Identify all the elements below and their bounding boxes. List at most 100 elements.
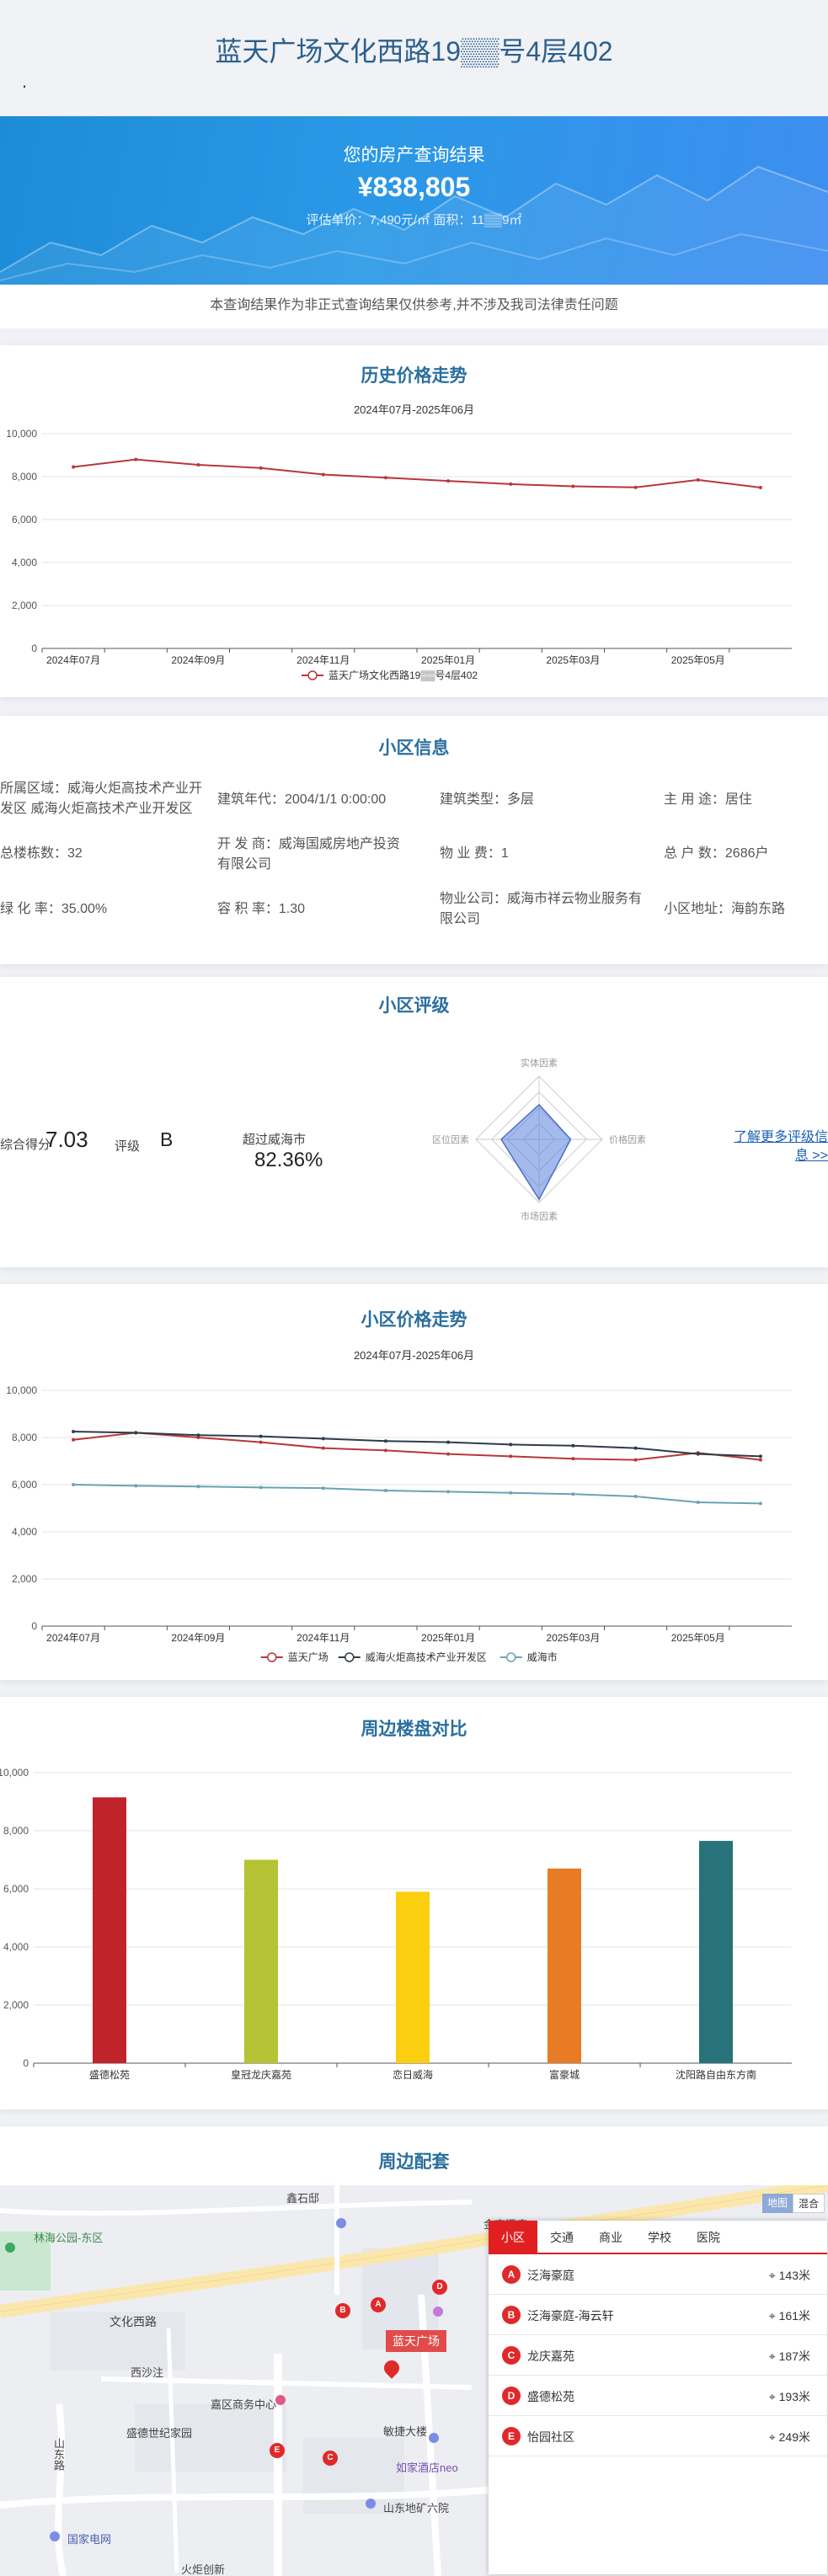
info-usage: 主 用 途：居住 (664, 792, 752, 807)
rating-title: 小区评级 (378, 996, 450, 1016)
history-subtitle: 2024年07月-2025年06月 (353, 403, 475, 416)
tab-hospital[interactable]: 医院 (684, 2221, 733, 2253)
data-point (72, 465, 76, 469)
map-marker-b-icon[interactable]: B (335, 2303, 350, 2318)
x-tick-label: 2024年07月 (46, 1632, 100, 1644)
x-tick-label: 2024年11月 (296, 1632, 350, 1644)
data-point (321, 1446, 325, 1450)
y-tick-label: 4,000 (12, 557, 37, 568)
place-row[interactable]: E 怡园社区 ⌖ 249米 (489, 2416, 827, 2456)
y-tick-label: 8,000 (12, 1432, 37, 1443)
place-name: 怡园社区 (527, 2430, 574, 2444)
data-point (571, 1457, 575, 1461)
place-row[interactable]: A 泛海豪庭 ⌖ 143米 (489, 2254, 827, 2295)
result-banner: 您的房产查询结果 ¥838,805 评估单价：7,490元/㎡ 面积：11▒▒9… (0, 116, 828, 285)
data-point (259, 466, 263, 470)
map-marker-c-icon[interactable]: C (323, 2451, 338, 2466)
info-address: 小区地址：海韵东路 (664, 902, 786, 916)
map-poi-label: 林海公园-东区 (34, 2232, 104, 2244)
data-point (446, 1490, 451, 1494)
place-distance: ⌖ 143米 (768, 2269, 810, 2282)
place-row[interactable]: B 泛海豪庭-海云轩 ⌖ 161米 (489, 2295, 827, 2335)
place-name: 盛德松苑 (527, 2390, 574, 2403)
place-distance: ⌖ 187米 (768, 2349, 810, 2363)
legend-label: 威海火炬高技术产业开发区 (366, 1651, 487, 1663)
x-tick-label: 恋日威海 (393, 2068, 433, 2081)
map-type-switch: 地图 混合 (762, 2194, 825, 2213)
y-tick-label: 4,000 (3, 1941, 29, 1953)
map-area[interactable]: 文化西路 西沙注 盛德世纪家园 林海公园-东区 金李酒店 敏捷大楼 如家酒店ne… (0, 2185, 828, 2576)
map-road-label: 山东路 (52, 2438, 65, 2471)
map-mode-button[interactable]: 地图 (762, 2194, 793, 2213)
result-heading: 您的房产查询结果 (343, 146, 485, 165)
grade-label: 评级 (115, 1139, 141, 1154)
map-marker-d-icon[interactable]: D (432, 2280, 447, 2295)
rating-radar-chart: 实体因素价格因素市场因素 区位因素 (432, 1057, 646, 1222)
y-tick-label: 6,000 (12, 514, 37, 525)
x-tick-label: 2024年09月 (171, 1632, 225, 1644)
tab-commerce[interactable]: 商业 (586, 2221, 635, 2253)
legend-label: 蓝天广场文化西路19▒▒号4层402 (329, 669, 478, 681)
y-tick-label: 0 (23, 2057, 29, 2069)
map-poi-label: 山东地矿六院 (383, 2502, 450, 2515)
data-point (758, 1501, 762, 1506)
data-point (196, 1485, 200, 1489)
more-rating-link[interactable]: 了解更多评级信息 >> (723, 1128, 828, 1165)
map-poi-label: 盛德世纪家园 (126, 2427, 193, 2440)
map-marker-a-icon[interactable]: A (371, 2297, 386, 2312)
y-tick-label: 4,000 (12, 1526, 37, 1538)
data-point (571, 1443, 575, 1448)
exceed-value: 82.36% (254, 1149, 323, 1171)
hybrid-mode-button[interactable]: 混合 (793, 2194, 825, 2213)
tab-community[interactable]: 小区 (489, 2221, 537, 2253)
map-poi-label: 火炬创新 (181, 2563, 226, 2576)
y-tick-label: 10,000 (6, 428, 37, 440)
data-point (259, 1434, 263, 1438)
place-row[interactable]: C 龙庆嘉苑 ⌖ 187米 (489, 2335, 827, 2376)
y-tick-label: 2,000 (12, 1573, 37, 1585)
x-tick-label: 沈阳路自由东方南 (676, 2068, 756, 2081)
radar-area (500, 1103, 572, 1201)
nearby-tabs: 小区 交通 商业 学校 医院 (489, 2221, 827, 2254)
price-detail: 评估单价：7,490元/㎡ 面积：11▒▒9㎡ (306, 213, 522, 227)
data-point (633, 485, 638, 489)
page-title: 蓝天广场文化西路19▒▒号4层402 (215, 36, 613, 67)
data-point (196, 1433, 200, 1437)
data-point (259, 1485, 263, 1490)
x-tick-label: 2025年01月 (421, 654, 475, 666)
place-distance: ⌖ 193米 (768, 2390, 810, 2403)
x-tick-label: 2025年05月 (671, 654, 725, 666)
data-point (696, 1452, 700, 1456)
map-poi-label: 如家酒店neo (396, 2461, 458, 2474)
data-point (509, 482, 513, 486)
x-tick-label: 2024年09月 (171, 654, 225, 666)
info-plot-ratio: 容 积 率：1.30 (217, 902, 306, 916)
data-point (696, 477, 700, 482)
legend-marker (506, 1652, 516, 1662)
radar-indicator-label: 市场因素 (521, 1210, 558, 1222)
radar-indicator-label: 价格因素 (609, 1133, 646, 1145)
y-tick-label: 0 (31, 643, 37, 654)
nearby-list: A 泛海豪庭 ⌖ 143米 B 泛海豪庭-海云轩 ⌖ 161米 C 龙庆嘉苑 ⌖ 187米 D 盛德… (489, 2254, 827, 2456)
compare-chart: 0 2,000 4,000 6,000 8,000 10,000 盛德松苑 皇冠龙庆嘉苑 恋日威… (0, 1767, 792, 2081)
map-marker-e-icon[interactable]: E (270, 2443, 285, 2458)
rating-card: 小区评级 综合得分 7.03 评级 B 超过威海市 82.36% 实体因素 价格因… (0, 977, 828, 1267)
data-point (383, 1439, 387, 1443)
place-name: 泛海豪庭-海云轩 (527, 2309, 614, 2323)
community-card: 小区信息 所属区域：威海火炬高技术产业开发区 威海火炬高技术产业开发区 建筑年代… (0, 716, 828, 964)
series-line (72, 458, 761, 488)
data-point (758, 1454, 762, 1459)
radar-indicator-label: 实体因素 (521, 1057, 558, 1069)
place-distance: ⌖ 161米 (768, 2309, 810, 2323)
info-building-type: 建筑类型：多层 (440, 792, 535, 807)
history-chart: 0 2,000 4,000 6,000 8,000 10,000 2024年07月 2024年… (6, 428, 792, 681)
data-point (758, 486, 762, 490)
place-row[interactable]: D 盛德松苑 ⌖ 193米 (489, 2376, 827, 2416)
y-tick-label: 8,000 (12, 471, 37, 483)
data-point (633, 1446, 638, 1450)
trend-subtitle: 2024年07月-2025年06月 (353, 1349, 475, 1362)
data-point (446, 1440, 451, 1444)
data-point (72, 1483, 76, 1486)
tab-transport[interactable]: 交通 (537, 2221, 586, 2253)
tab-school[interactable]: 学校 (635, 2221, 684, 2253)
